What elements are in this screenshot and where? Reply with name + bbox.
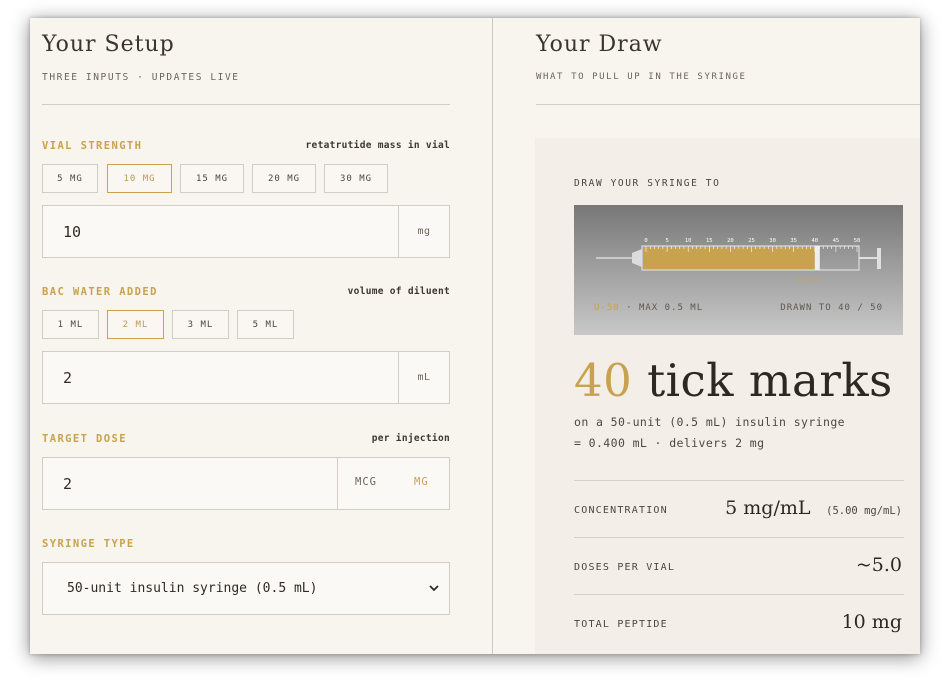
syringe-tick-label: 0 bbox=[644, 238, 647, 244]
syringe-fill-label: 40 units bbox=[797, 278, 821, 284]
vial-strength-options: 5 MG 10 MG 15 MG 20 MG 30 MG bbox=[42, 164, 462, 194]
bac-water-value[interactable]: 2 bbox=[63, 369, 72, 387]
draw-divider bbox=[536, 104, 920, 105]
stat-value-concentration: 5 mg/mL (5.00 mg/mL) bbox=[725, 497, 902, 519]
concentration-extra: (5.00 mg/mL) bbox=[826, 505, 902, 517]
vial-strength-input[interactable]: 10 mg bbox=[42, 205, 450, 258]
draw-title: Your Draw bbox=[536, 32, 663, 57]
dose-unit-mg[interactable]: MG bbox=[414, 476, 429, 488]
dose-unit-toggle: MCG MG bbox=[337, 458, 449, 509]
concentration-value: 5 mg/mL bbox=[725, 497, 811, 519]
vial-strength-label: VIAL STRENGTH bbox=[42, 140, 143, 152]
water-option-3ml[interactable]: 3 ML bbox=[172, 310, 229, 339]
water-option-5ml[interactable]: 5 ML bbox=[237, 310, 294, 339]
syringe-tick-label: 45 bbox=[833, 238, 840, 244]
syringe-tick-label: 5 bbox=[665, 238, 668, 244]
setup-divider bbox=[42, 104, 450, 105]
stat-label-concentration: CONCENTRATION bbox=[574, 505, 668, 516]
chevron-down-icon bbox=[429, 585, 439, 592]
syringe-tick-label: 50 bbox=[854, 238, 861, 244]
result-line-2: = 0.400 mL · delivers 2 mg bbox=[574, 436, 765, 450]
stat-divider bbox=[574, 480, 904, 481]
result-line-1: on a 50-unit (0.5 mL) insulin syringe bbox=[574, 415, 845, 429]
vial-strength-note: retatrutide mass in vial bbox=[305, 140, 450, 151]
syringe-tick-label: 40 bbox=[811, 238, 818, 244]
result-number: 40 bbox=[574, 354, 633, 407]
syringe-tick-label: 35 bbox=[790, 238, 797, 244]
setup-title: Your Setup bbox=[42, 32, 175, 57]
target-dose-note: per injection bbox=[371, 433, 450, 444]
vial-option-15mg[interactable]: 15 MG bbox=[180, 164, 244, 193]
syringe-type-readout: U-50 · MAX 0.5 ML bbox=[594, 303, 703, 313]
target-dose-label: TARGET DOSE bbox=[42, 433, 127, 445]
syringe-fill bbox=[643, 247, 815, 269]
dose-unit-mcg[interactable]: MCG bbox=[355, 476, 377, 488]
syringe-tick-label: 20 bbox=[727, 238, 734, 244]
syringe-type-label: SYRINGE TYPE bbox=[42, 538, 135, 550]
target-dose-value[interactable]: 2 bbox=[63, 475, 72, 493]
syringe-visual: 0 5 10 15 20 25 30 35 40 45 50 40 units U-50 · MAX… bbox=[574, 205, 903, 335]
vial-option-10mg[interactable]: 10 MG bbox=[107, 164, 172, 193]
syringe-illustration: 0 5 10 15 20 25 30 35 40 45 50 40 units bbox=[596, 238, 881, 284]
calculator-card: Your Setup THREE INPUTS · UPDATES LIVE V… bbox=[30, 18, 920, 654]
stat-divider bbox=[574, 537, 904, 538]
syringe-type-select[interactable]: 50-unit insulin syringe (0.5 mL) bbox=[42, 562, 450, 615]
stat-value-total-peptide: 10 mg bbox=[841, 611, 902, 633]
bac-water-options: 1 ML 2 ML 3 ML 5 ML bbox=[42, 310, 462, 340]
stat-divider bbox=[574, 594, 904, 595]
vial-option-5mg[interactable]: 5 MG bbox=[42, 164, 98, 193]
syringe-hub bbox=[632, 249, 642, 267]
bac-water-input[interactable]: 2 mL bbox=[42, 351, 450, 404]
target-dose-input[interactable]: 2 MCG MG bbox=[42, 457, 450, 510]
bac-water-label: BAC WATER ADDED bbox=[42, 286, 158, 298]
syringe-plunger-flange bbox=[877, 248, 881, 269]
syringe-tick-label: 30 bbox=[769, 238, 776, 244]
syringe-code: U-50 bbox=[594, 303, 620, 313]
stat-label-doses: DOSES PER VIAL bbox=[574, 562, 676, 573]
stat-label-total-peptide: TOTAL PEPTIDE bbox=[574, 619, 668, 630]
water-option-1ml[interactable]: 1 ML bbox=[42, 310, 99, 339]
vial-unit: mg bbox=[398, 206, 449, 257]
bac-water-note: volume of diluent bbox=[347, 286, 450, 297]
syringe-max: · MAX 0.5 ML bbox=[626, 303, 704, 313]
draw-subtitle: WHAT TO PULL UP IN THE SYRINGE bbox=[536, 72, 747, 82]
syringe-stopper bbox=[814, 246, 820, 270]
column-divider bbox=[492, 18, 493, 654]
vial-strength-value[interactable]: 10 bbox=[63, 223, 81, 241]
syringe-tick-label: 15 bbox=[706, 238, 713, 244]
vial-option-30mg[interactable]: 30 MG bbox=[324, 164, 388, 193]
vial-option-20mg[interactable]: 20 MG bbox=[252, 164, 316, 193]
drawn-to-readout: DRAWN TO 40 / 50 bbox=[780, 303, 883, 313]
result-headline: 40 tick marks bbox=[574, 354, 893, 407]
stat-value-doses: ~5.0 bbox=[855, 554, 902, 576]
syringe-tick-label: 10 bbox=[685, 238, 692, 244]
water-unit: mL bbox=[398, 352, 449, 403]
setup-subtitle: THREE INPUTS · UPDATES LIVE bbox=[42, 72, 240, 83]
result-text: tick marks bbox=[647, 354, 893, 407]
draw-caption: DRAW YOUR SYRINGE TO bbox=[574, 178, 721, 189]
water-option-2ml[interactable]: 2 ML bbox=[107, 310, 164, 339]
syringe-type-value: 50-unit insulin syringe (0.5 mL) bbox=[67, 581, 318, 596]
syringe-tick-label: 25 bbox=[748, 238, 755, 244]
